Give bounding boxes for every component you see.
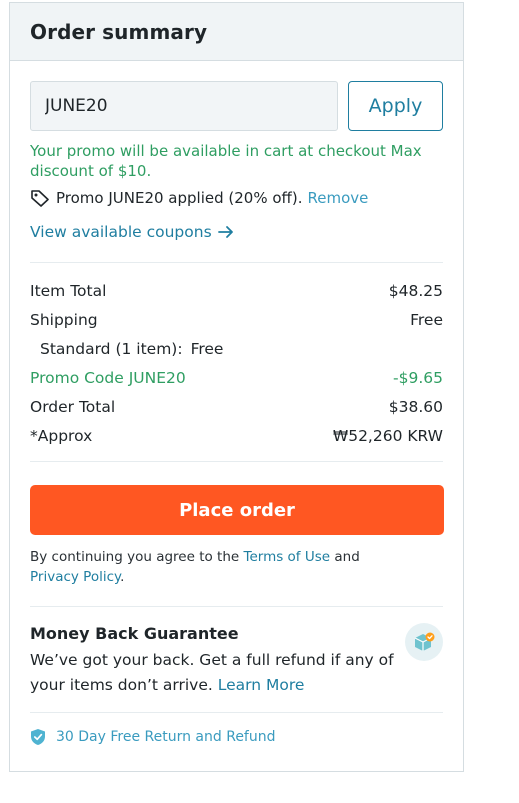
shipping-label: Shipping [30,311,98,329]
divider [30,461,443,462]
order-total-value: $38.60 [388,398,443,416]
divider [30,262,443,263]
divider [30,606,443,607]
shipping-row: Shipping Free [30,306,443,335]
order-total-row: Order Total $38.60 [30,393,443,422]
remove-promo-link[interactable]: Remove [308,189,369,207]
return-policy-link[interactable]: 30 Day Free Return and Refund [30,727,443,747]
standard-shipping-value: Free [190,340,224,358]
money-back-guarantee: Money Back Guarantee We’ve got your back… [30,623,443,698]
guarantee-title: Money Back Guarantee [30,624,239,643]
promo-applied-row: Promo JUNE20 applied (20% off). Remove [30,188,443,208]
totals-list: Item Total $48.25 Shipping Free Standard… [30,277,443,451]
apply-button[interactable]: Apply [348,81,443,131]
divider [30,712,443,713]
terms-suffix: . [120,569,125,585]
shipping-value: Free [410,311,443,329]
promo-code-label: Promo Code JUNE20 [30,369,186,387]
terms-and: and [330,549,360,565]
item-total-value: $48.25 [388,282,443,300]
shield-check-icon [31,729,45,745]
item-total-row: Item Total $48.25 [30,277,443,306]
guarantee-badge [405,623,443,661]
approx-row: *Approx ₩52,260 KRW [30,422,443,451]
promo-code-row: Apply [30,81,443,131]
place-order-button[interactable]: Place order [30,485,444,535]
arrow-right-icon [217,226,233,238]
terms-notice: By continuing you agree to the Terms of … [30,547,443,587]
guarantee-text: We’ve got your back. Get a full refund i… [30,648,410,698]
standard-shipping-label: Standard (1 item): [40,340,183,358]
promo-code-input[interactable] [30,81,338,131]
approx-value: ₩52,260 KRW [332,427,443,445]
tag-icon [31,190,49,207]
learn-more-link[interactable]: Learn More [218,676,305,694]
promo-applied-text: Promo JUNE20 applied (20% off). [56,189,303,207]
order-summary-panel: Order summary Apply Your promo will be a… [9,2,464,772]
standard-shipping-row: Standard (1 item): Free [30,335,443,364]
view-coupons-link[interactable]: View available coupons [30,222,443,242]
promo-message: Your promo will be available in cart at … [30,142,422,180]
terms-of-use-link[interactable]: Terms of Use [244,549,331,565]
order-summary-body: Apply Your promo will be available in ca… [10,81,463,747]
order-summary-header: Order summary [10,3,463,61]
return-policy-label: 30 Day Free Return and Refund [56,729,276,745]
terms-prefix: By continuing you agree to the [30,549,244,565]
promo-code-row-total: Promo Code JUNE20 -$9.65 [30,364,443,393]
guarantee-body: We’ve got your back. Get a full refund i… [30,651,394,694]
privacy-policy-link[interactable]: Privacy Policy [30,569,120,585]
promo-code-value: -$9.65 [393,369,443,387]
page-title: Order summary [30,19,208,44]
approx-label: *Approx [30,427,93,445]
view-coupons-label: View available coupons [30,223,212,241]
order-total-label: Order Total [30,398,116,416]
box-check-icon [414,632,435,651]
item-total-label: Item Total [30,282,107,300]
